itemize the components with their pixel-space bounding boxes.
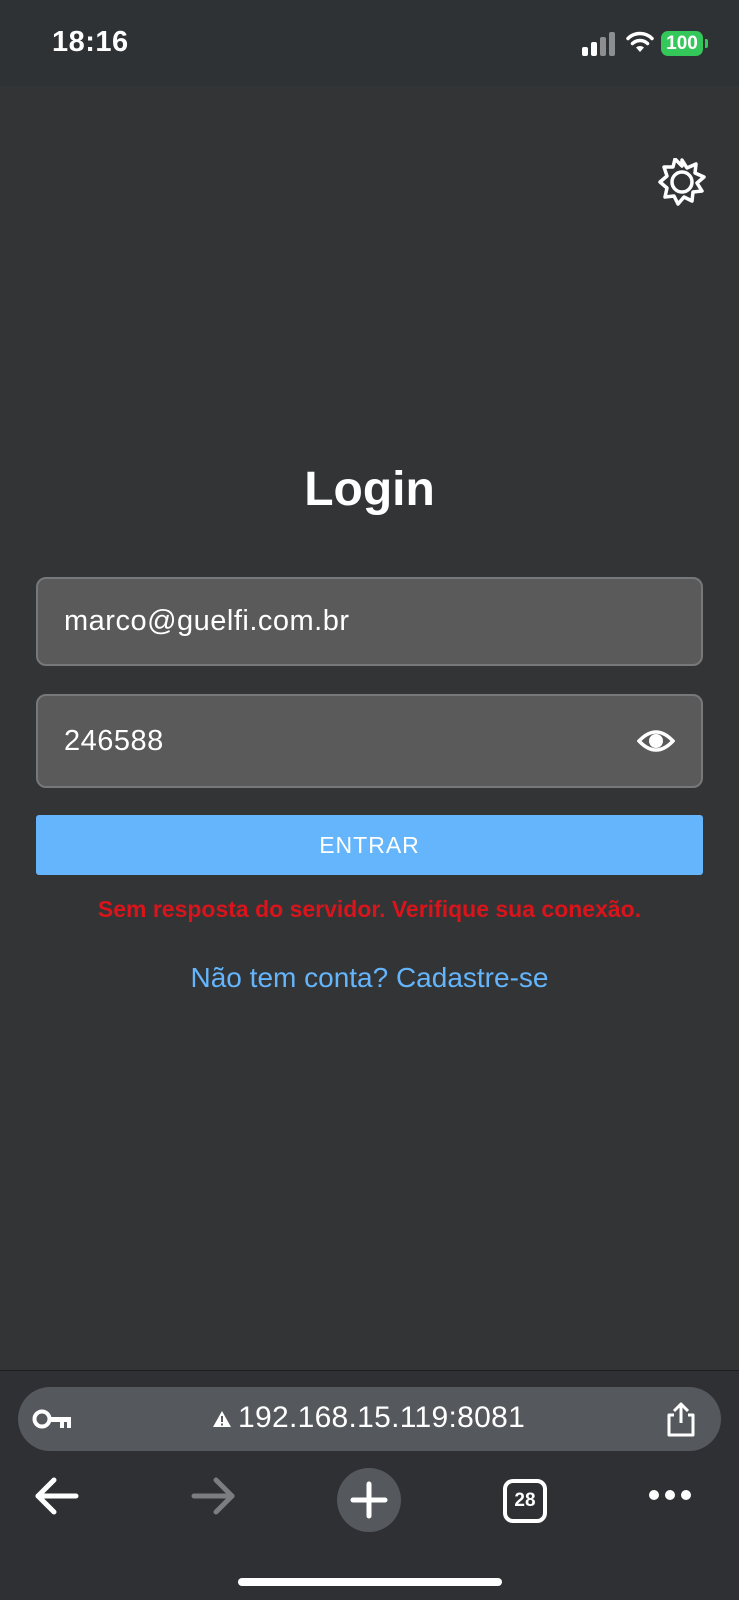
share-icon[interactable] [664, 1401, 698, 1437]
status-bar: 18:16 100 [0, 0, 739, 86]
key-icon[interactable] [32, 1405, 74, 1433]
tabs-icon[interactable]: 28 [503, 1479, 547, 1523]
wifi-icon [626, 31, 654, 52]
battery-cap [705, 39, 708, 48]
sun-icon[interactable] [658, 158, 706, 206]
battery-icon: 100 [661, 31, 703, 56]
new-tab-button[interactable] [337, 1468, 401, 1532]
plus-icon [350, 1481, 388, 1519]
url-text: 192.168.15.119:8081 [238, 1401, 526, 1434]
eye-icon[interactable] [637, 725, 675, 757]
email-input[interactable] [64, 579, 674, 664]
more-icon[interactable] [648, 1488, 692, 1502]
address-bar[interactable]: 192.168.15.119:8081 [18, 1387, 721, 1451]
page-title: Login [304, 463, 435, 516]
browser-toolbar: 192.168.15.119:8081 28 [0, 1370, 739, 1600]
error-message: Sem resposta do servidor. Verifique sua … [97, 896, 642, 922]
back-arrow-icon[interactable] [34, 1476, 80, 1516]
email-field[interactable] [36, 577, 703, 666]
status-time: 18:16 [52, 26, 129, 58]
home-indicator [238, 1578, 502, 1586]
signup-link[interactable]: Não tem conta? Cadastre-se [0, 962, 739, 994]
password-field[interactable] [36, 694, 703, 788]
signal-icon [582, 32, 616, 56]
forward-arrow-icon[interactable] [190, 1476, 236, 1516]
warning-icon [213, 1411, 231, 1427]
password-input[interactable] [64, 696, 604, 786]
login-button[interactable]: ENTRAR [36, 815, 703, 875]
